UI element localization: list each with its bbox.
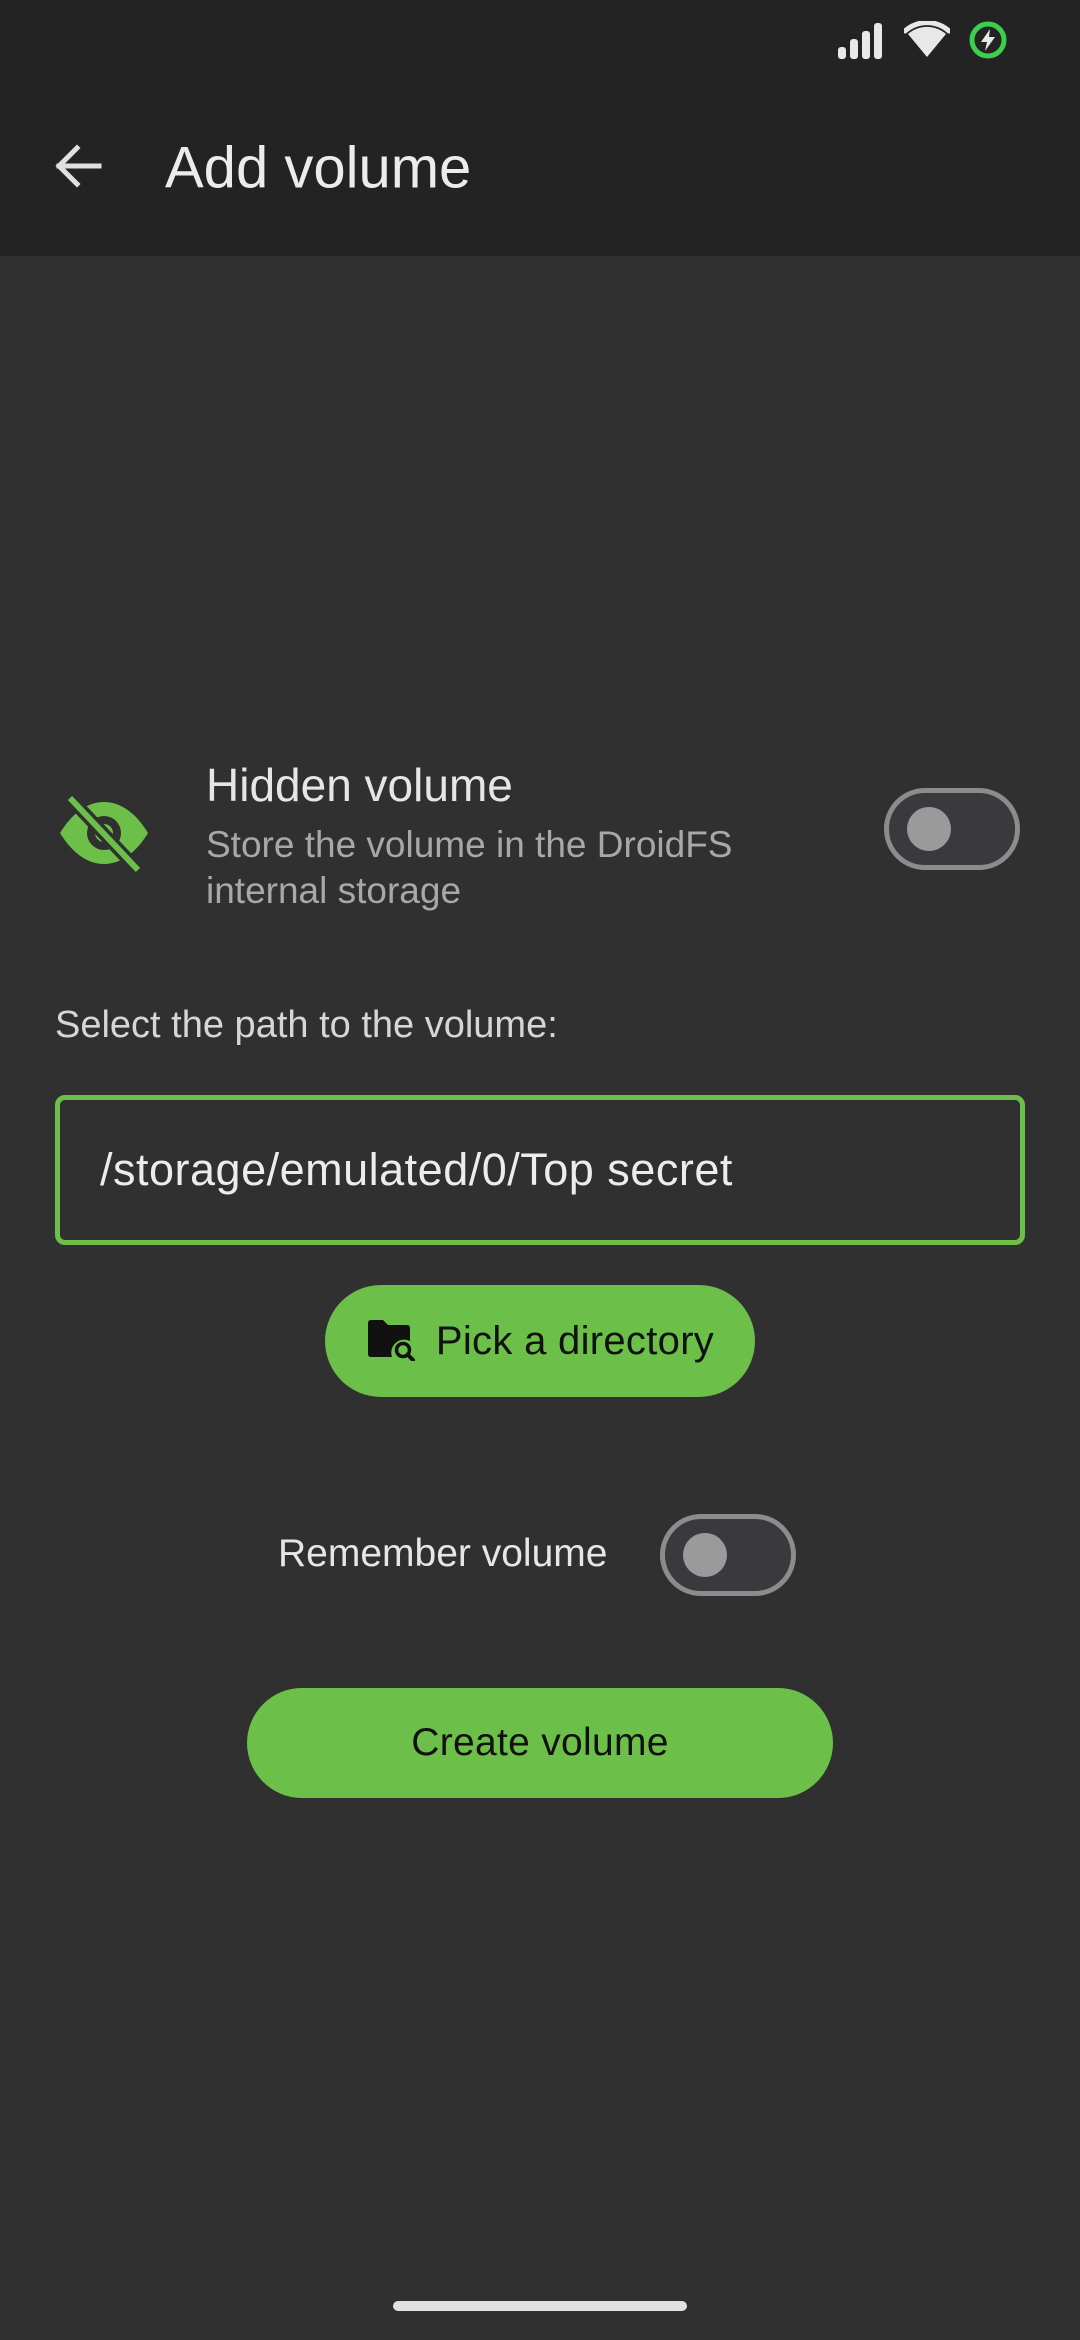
hidden-volume-switch[interactable] xyxy=(884,788,1020,870)
pick-directory-label: Pick a directory xyxy=(435,1318,715,1363)
hidden-volume-row: Hidden volume Store the volume in the Dr… xyxy=(0,752,1080,912)
path-input[interactable] xyxy=(60,1100,1020,1240)
wifi-icon xyxy=(902,20,952,64)
create-volume-button[interactable]: Create volume xyxy=(247,1688,833,1798)
switch-thumb xyxy=(683,1533,727,1577)
path-input-container xyxy=(55,1095,1025,1245)
back-button[interactable] xyxy=(42,132,114,204)
remember-volume-label: Remember volume xyxy=(278,1532,608,1575)
remember-volume-switch[interactable] xyxy=(660,1514,796,1596)
status-bar xyxy=(0,0,1080,80)
eye-off-icon xyxy=(56,792,152,875)
status-icons xyxy=(836,20,1008,65)
arrow-back-icon xyxy=(53,143,103,193)
path-label: Select the path to the volume: xyxy=(55,1004,558,1046)
gesture-navigation-bar[interactable] xyxy=(393,2301,687,2311)
create-volume-label: Create volume xyxy=(411,1721,669,1764)
signal-icon xyxy=(836,21,886,64)
page-title: Add volume xyxy=(165,135,472,201)
folder-search-icon xyxy=(366,1317,416,1366)
pick-directory-button[interactable]: Pick a directory xyxy=(325,1285,755,1397)
hidden-volume-title: Hidden volume xyxy=(206,759,513,811)
add-volume-screen: Add volume Hidden volume Store the volum… xyxy=(0,0,1080,2340)
battery-charging-icon xyxy=(968,20,1008,65)
hidden-volume-description: Store the volume in the DroidFS internal… xyxy=(206,824,733,911)
switch-thumb xyxy=(907,807,951,851)
app-bar: Add volume xyxy=(0,80,1080,256)
